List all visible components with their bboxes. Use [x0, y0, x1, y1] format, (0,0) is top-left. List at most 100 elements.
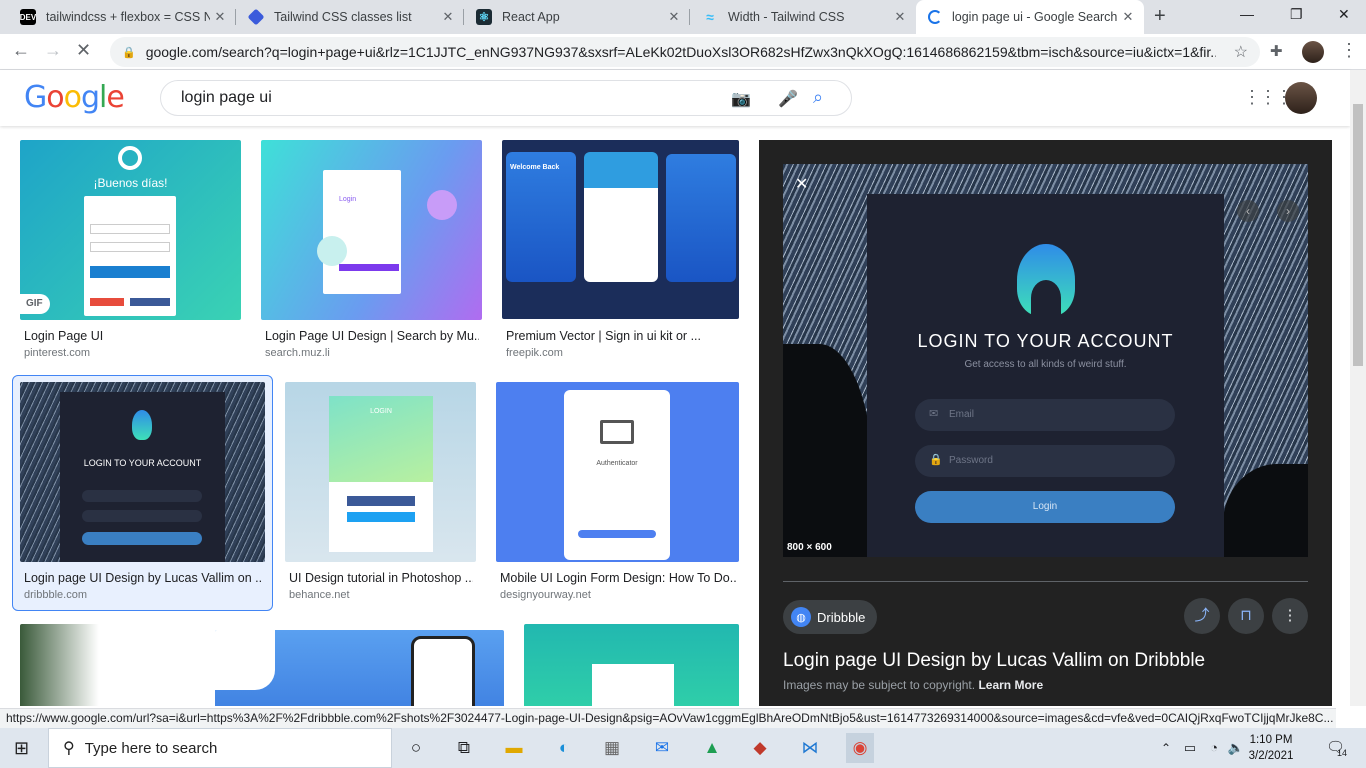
result-source[interactable]: dribbble.com [24, 589, 87, 601]
share-icon[interactable]: ⤴ [1184, 598, 1220, 634]
result-source[interactable]: behance.net [289, 589, 350, 601]
browser-toolbar: ← → ✕ 🔒 google.com/search?q=login+page+u… [0, 34, 1366, 70]
windows-start-icon[interactable]: ⊞ [14, 738, 29, 759]
result-thumbnail[interactable]: Welcome Back [502, 140, 739, 319]
minimize-button[interactable]: — [1240, 6, 1254, 22]
result-caption[interactable]: UI Design tutorial in Photoshop ... [289, 571, 473, 585]
system-clock[interactable]: 1:10 PM 3/2/2021 [1246, 732, 1296, 764]
lock-icon[interactable]: 🔒 [122, 46, 136, 59]
lock-icon: 🔒 [929, 454, 943, 466]
search-box: 📷 🎤 ⌕ [160, 80, 852, 116]
image-results-grid: ¡Buenos días! GIF Login Page UI pinteres… [0, 126, 750, 706]
mail-icon: ✉ [929, 408, 939, 420]
battery-icon[interactable]: ▭ [1178, 736, 1202, 760]
notification-center-icon[interactable]: 🗨14 [1326, 738, 1355, 758]
globe-icon: ◍ [791, 607, 811, 627]
result-source[interactable]: designyourway.net [500, 589, 591, 601]
result-thumbnail[interactable]: Authenticator [496, 382, 739, 562]
bookmark-star-icon[interactable]: ☆ [1234, 42, 1248, 62]
tab-title: login page ui - Google Search [952, 10, 1118, 24]
preview-card-title: LOGIN TO YOUR ACCOUNT [917, 331, 1174, 351]
chrome-icon[interactable]: ◉ [846, 733, 874, 763]
forward-button[interactable]: → [44, 40, 62, 61]
result-source[interactable]: freepik.com [506, 347, 563, 359]
apps-grid-icon[interactable]: ⋮⋮⋮ [1243, 87, 1293, 108]
edge-icon[interactable]: ◐ [552, 736, 576, 760]
result-caption[interactable]: Login Page UI Design | Search by Mu... [265, 329, 479, 343]
task-view-icon[interactable]: ⧉ [452, 736, 476, 760]
close-window-button[interactable]: ✕ [1338, 6, 1350, 23]
tab-strip: DEV tailwindcss + flexbox = CSS Ni ✕ Tai… [0, 0, 1366, 34]
preview-image[interactable]: LOGIN TO YOUR ACCOUNT Get access to all … [783, 164, 1308, 557]
result-thumbnail[interactable]: LOGIN TO YOUR ACCOUNT [20, 382, 265, 562]
search-icon[interactable]: ⌕ [813, 87, 823, 108]
extensions-icon[interactable]: ✚ [1270, 42, 1283, 60]
close-tab-icon[interactable]: ✕ [210, 9, 230, 25]
cortana-icon[interactable]: ○ [404, 736, 428, 760]
result-thumbnail[interactable] [20, 624, 195, 706]
tab-dev[interactable]: DEV tailwindcss + flexbox = CSS Ni ✕ [8, 0, 236, 34]
preview-login-card: LOGIN TO YOUR ACCOUNT Get access to all … [867, 194, 1224, 557]
result-thumbnail[interactable]: Login [261, 140, 482, 320]
account-avatar[interactable] [1285, 82, 1317, 114]
stack-icon [247, 8, 265, 26]
result-caption[interactable]: Mobile UI Login Form Design: How To Do..… [500, 571, 736, 585]
camera-icon[interactable]: 📷 [731, 89, 751, 109]
close-preview-icon[interactable]: ✕ [795, 174, 808, 194]
learn-more-link[interactable]: Learn More [978, 678, 1043, 692]
wifi-icon[interactable]: ◔ [1202, 736, 1226, 760]
store-icon[interactable]: ▦ [600, 736, 624, 760]
new-tab-button[interactable]: + [1154, 5, 1166, 28]
result-source[interactable]: search.muz.li [265, 347, 330, 359]
preview-password-field: 🔒 Password [915, 445, 1175, 477]
next-image-icon[interactable]: › [1277, 200, 1299, 222]
save-bookmark-icon[interactable]: ⊓ [1228, 598, 1264, 634]
triangle-app-icon[interactable]: ▲ [700, 736, 724, 760]
show-hidden-icons[interactable]: ⌃ [1154, 736, 1178, 760]
restore-button[interactable]: ❐ [1290, 6, 1303, 23]
tab-title: tailwindcss + flexbox = CSS Ni [46, 10, 210, 24]
page-scrollbar[interactable] [1350, 70, 1366, 706]
google-logo[interactable]: Google [24, 80, 125, 115]
more-options-icon[interactable]: ⋮ [1272, 598, 1308, 634]
vscode-icon[interactable]: ⋈ [798, 736, 822, 760]
preview-title[interactable]: Login page UI Design by Lucas Vallim on … [783, 650, 1205, 672]
scrollbar-thumb[interactable] [1353, 104, 1363, 366]
result-thumbnail[interactable] [524, 624, 739, 706]
address-bar[interactable]: 🔒 google.com/search?q=login+page+ui&rlz=… [110, 37, 1260, 67]
address-url: google.com/search?q=login+page+ui&rlz=1C… [145, 44, 1216, 60]
tab-width-tailwind[interactable]: ≈ Width - Tailwind CSS ✕ [690, 0, 916, 34]
close-tab-icon[interactable]: ✕ [664, 9, 684, 25]
close-tab-icon[interactable]: ✕ [890, 9, 910, 25]
back-button[interactable]: ← [12, 40, 30, 61]
image-dimensions: 800 × 600 [787, 542, 832, 553]
source-chip[interactable]: ◍ Dribbble [783, 600, 878, 634]
profile-avatar[interactable] [1302, 41, 1324, 63]
search-icon: ⚲ [63, 740, 75, 757]
result-caption[interactable]: Premium Vector | Sign in ui kit or ... [506, 329, 736, 343]
mail-icon[interactable]: ✉ [650, 736, 674, 760]
gitkraken-icon[interactable]: ◆ [748, 736, 772, 760]
close-tab-icon[interactable]: ✕ [438, 9, 458, 25]
result-thumbnail[interactable] [215, 630, 504, 706]
browser-menu-icon[interactable]: ⋮ [1340, 40, 1358, 61]
previous-image-icon[interactable]: ‹ [1237, 200, 1259, 222]
volume-icon[interactable]: 🔈 [1224, 736, 1248, 760]
result-caption[interactable]: Login page UI Design by Lucas Vallim on … [24, 571, 262, 585]
result-thumbnail[interactable]: LOGIN [285, 382, 476, 562]
close-tab-icon[interactable]: ✕ [1118, 9, 1138, 25]
result-thumbnail[interactable]: ¡Buenos días! [20, 140, 241, 320]
microphone-icon[interactable]: 🎤 [778, 89, 798, 109]
taskbar-search[interactable]: ⚲ Type here to search [48, 728, 392, 768]
tab-react-app[interactable]: ⚛ React App ✕ [464, 0, 690, 34]
copyright-notice: Images may be subject to copyright. Lear… [783, 678, 1044, 692]
loading-icon [928, 10, 942, 24]
tab-tailwind-classes[interactable]: Tailwind CSS classes list ✕ [236, 0, 464, 34]
file-explorer-icon[interactable]: ▬ [502, 736, 526, 760]
result-source[interactable]: pinterest.com [24, 347, 90, 359]
tailwind-icon: ≈ [706, 9, 714, 25]
stop-loading-button[interactable]: ✕ [76, 40, 91, 61]
result-caption[interactable]: Login Page UI [24, 329, 242, 343]
tab-google-search[interactable]: login page ui - Google Search ✕ [916, 0, 1144, 34]
search-input[interactable] [181, 89, 701, 107]
